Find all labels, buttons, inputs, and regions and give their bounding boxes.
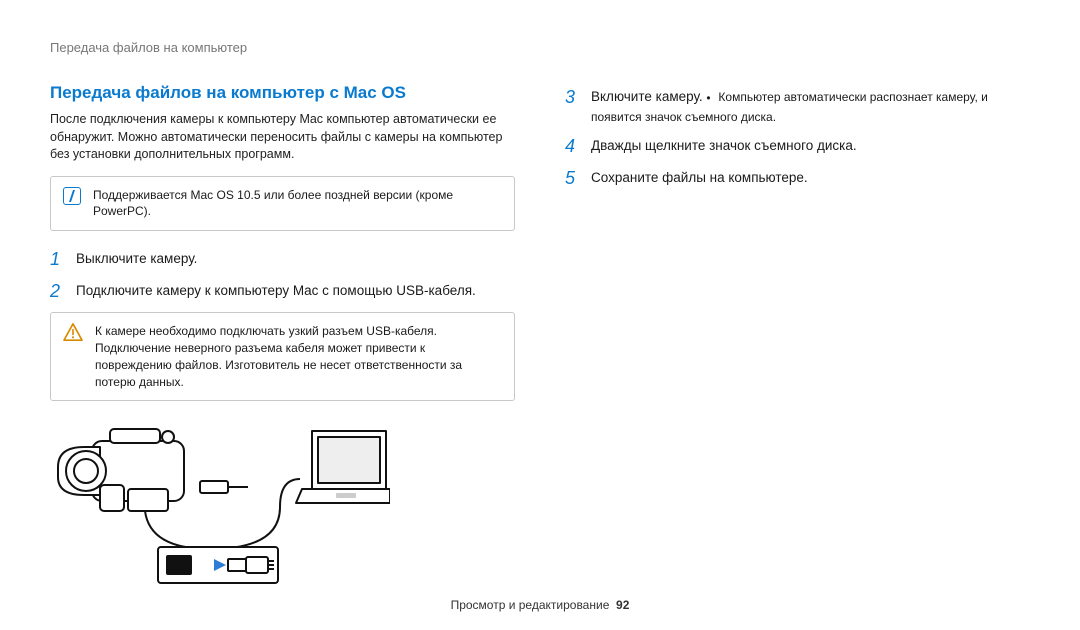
connection-diagram xyxy=(50,419,515,594)
steps-right: 3 Включите камеру. Компьютер автоматичес… xyxy=(565,87,1030,189)
step-text: Сохраните файлы на компьютере. xyxy=(591,168,1030,190)
step-main-text: Включите камеру. xyxy=(591,89,703,104)
warning-note-text: К камере необходимо подключать узкий раз… xyxy=(95,323,502,390)
breadcrumb: Передача файлов на компьютер xyxy=(50,40,1030,55)
step-number: 1 xyxy=(50,249,66,271)
page-footer: Просмотр и редактирование 92 xyxy=(0,598,1080,612)
step-text: Включите камеру. Компьютер автоматически… xyxy=(591,87,1030,126)
step-4: 4 Дважды щелкните значок съемного диска. xyxy=(565,136,1030,158)
step-1: 1 Выключите камеру. xyxy=(50,249,515,271)
footer-section: Просмотр и редактирование xyxy=(451,598,610,612)
info-icon xyxy=(63,187,81,205)
step-text: Выключите камеру. xyxy=(76,249,515,271)
warning-line-1: К камере необходимо подключать узкий раз… xyxy=(95,324,437,338)
step-5: 5 Сохраните файлы на компьютере. xyxy=(565,168,1030,190)
column-left: Передача файлов на компьютер с Mac OS По… xyxy=(50,83,515,594)
camera-to-laptop-svg xyxy=(50,419,390,589)
step-number: 4 xyxy=(565,136,581,158)
column-right: 3 Включите камеру. Компьютер автоматичес… xyxy=(565,83,1030,594)
warning-icon xyxy=(63,323,83,341)
step-number: 5 xyxy=(565,168,581,190)
section-title: Передача файлов на компьютер с Mac OS xyxy=(50,83,515,103)
intro-paragraph: После подключения камеры к компьютеру Ma… xyxy=(50,111,515,164)
step-2: 2 Подключите камеру к компьютеру Mac с п… xyxy=(50,281,515,303)
warning-line-2: Подключение неверного разъема кабеля мож… xyxy=(95,340,502,390)
steps-left: 1 Выключите камеру. 2 Подключите камеру … xyxy=(50,249,515,302)
content-columns: Передача файлов на компьютер с Mac OS По… xyxy=(50,83,1030,594)
step-text: Дважды щелкните значок съемного диска. xyxy=(591,136,1030,158)
info-note-text: Поддерживается Mac OS 10.5 или более поз… xyxy=(93,187,502,221)
step-number: 2 xyxy=(50,281,66,303)
warning-note-box: К камере необходимо подключать узкий раз… xyxy=(50,312,515,401)
info-note-box: Поддерживается Mac OS 10.5 или более поз… xyxy=(50,176,515,232)
step-3: 3 Включите камеру. Компьютер автоматичес… xyxy=(565,87,1030,126)
step-text: Подключите камеру к компьютеру Mac с пом… xyxy=(76,281,515,303)
page-number: 92 xyxy=(616,598,629,612)
step-number: 3 xyxy=(565,87,581,126)
